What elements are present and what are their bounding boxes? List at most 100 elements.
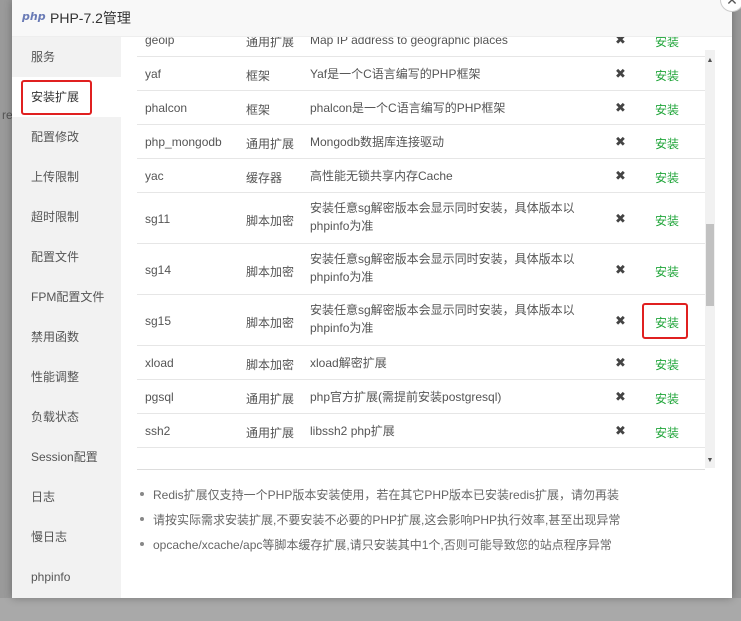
sidebar-item[interactable]: 性能调整 <box>12 357 121 397</box>
extension-name: sg11 <box>145 211 171 226</box>
extension-name: xload <box>145 356 174 370</box>
extension-description: Mongodb数据库连接驱动 <box>310 135 445 149</box>
table-row: yac 缓存器 高性能无锁共享内存Cache ✖ 安装 <box>137 159 705 193</box>
table-row: yaf 框架 Yaf是一个C语言编写的PHP框架 ✖ 安装 <box>137 57 705 91</box>
status-x-icon: ✖ <box>615 210 626 226</box>
extension-description: Map IP address to geographic places <box>310 37 508 47</box>
extension-description: 高性能无锁共享内存Cache <box>310 169 453 183</box>
sidebar-item-label: 上传限制 <box>31 170 80 184</box>
php-manage-dialog: php PHP-7.2管理 ✕ 服务 安装扩展 配置修改 上传限制 超时限制 配置文件 FP… <box>12 0 741 598</box>
sidebar-item[interactable]: Session配置 <box>12 437 121 477</box>
status-x-icon: ✖ <box>615 37 626 47</box>
extension-name: ssh2 <box>145 424 171 438</box>
install-button[interactable]: 安装 <box>655 263 679 280</box>
scroll-up-arrow-icon[interactable]: ▲ <box>705 55 715 67</box>
install-button[interactable]: 安装 <box>655 212 679 229</box>
sidebar-item[interactable]: 配置文件 <box>12 237 121 277</box>
install-button[interactable]: 安装 <box>655 135 679 152</box>
extension-type: 通用扩展 <box>246 137 295 151</box>
note-item: 请按实际需求安装扩展,不要安装不必要的PHP扩展,这会影响PHP执行效率,甚至出… <box>137 511 717 536</box>
install-button[interactable]: 安装 <box>655 101 679 118</box>
extension-description: phalcon是一个C语言编写的PHP框架 <box>310 101 506 115</box>
background-page-right <box>732 0 741 621</box>
dialog-titlebar[interactable]: php PHP-7.2管理 <box>12 0 732 37</box>
status-x-icon: ✖ <box>615 312 626 328</box>
extension-name: yac <box>145 169 164 183</box>
extension-name: geoip <box>145 37 175 47</box>
sidebar-item[interactable]: 服务 <box>12 37 121 77</box>
install-button[interactable]: 安装 <box>655 390 679 407</box>
extension-name: pgsql <box>145 390 174 404</box>
status-x-icon: ✖ <box>615 100 626 115</box>
sidebar-item[interactable]: 禁用函数 <box>12 317 121 357</box>
install-button[interactable]: 安装 <box>655 356 679 373</box>
background-page-bottom <box>0 598 741 621</box>
sidebar-item-label: 日志 <box>31 490 56 504</box>
sidebar-item-label: Session配置 <box>31 450 98 464</box>
extension-type: 缓存器 <box>246 171 283 185</box>
sidebar-item[interactable]: 超时限制 <box>12 197 121 237</box>
table-row: ssh2 通用扩展 libssh2 php扩展 ✖ 安装 <box>137 414 705 448</box>
sidebar-item[interactable]: phpinfo <box>12 557 121 597</box>
background-page: re <box>0 0 13 621</box>
extension-type: 脚本加密 <box>246 213 295 228</box>
highlight-box <box>21 80 92 115</box>
table-row: phalcon 框架 phalcon是一个C语言编写的PHP框架 ✖ 安装 <box>137 91 705 125</box>
extension-type: 框架 <box>246 69 271 83</box>
sidebar-item[interactable]: 上传限制 <box>12 157 121 197</box>
extension-name: php_mongodb <box>145 135 222 149</box>
sidebar-item-label: phpinfo <box>31 570 71 584</box>
sidebar-item-label: 慢日志 <box>31 530 68 544</box>
extension-description: Yaf是一个C语言编写的PHP框架 <box>310 67 481 81</box>
highlight-box <box>642 302 688 339</box>
extension-type: 通用扩展 <box>246 392 295 406</box>
sidebar-item-label: 禁用函数 <box>31 330 80 344</box>
sidebar-item[interactable]: 日志 <box>12 477 121 517</box>
extension-description: 安装任意sg解密版本会显示同时安装，具体版本以phpinfo为准 <box>310 201 575 233</box>
table-row: pgsql 通用扩展 php官方扩展(需提前安装postgresql) ✖ 安装 <box>137 380 705 414</box>
status-x-icon: ✖ <box>615 389 626 404</box>
note-item: Redis扩展仅支持一个PHP版本安装使用，若在其它PHP版本已安装redis扩… <box>137 486 717 511</box>
status-x-icon: ✖ <box>615 423 626 438</box>
note-item: opcache/xcache/apc等脚本缓存扩展,请只安装其中1个,否则可能导… <box>137 536 717 561</box>
sidebar-item-label: 配置修改 <box>31 130 80 144</box>
scroll-down-arrow-icon[interactable]: ▼ <box>705 455 715 467</box>
extension-description: 安装任意sg解密版本会显示同时安装，具体版本以phpinfo为准 <box>310 252 575 284</box>
extension-type: 框架 <box>246 103 271 117</box>
install-button[interactable]: 安装 <box>655 67 679 84</box>
table-scrollbar[interactable]: ▲ ▼ <box>705 50 715 468</box>
extension-type: 通用扩展 <box>246 37 295 49</box>
sidebar-item[interactable]: 负载状态 <box>12 397 121 437</box>
status-x-icon: ✖ <box>615 168 626 183</box>
sidebar-item[interactable]: 配置修改 <box>12 117 121 157</box>
status-x-icon: ✖ <box>615 134 626 149</box>
extension-name: yaf <box>145 67 162 81</box>
sidebar-item-label: 负载状态 <box>31 410 80 424</box>
extension-description: 安装任意sg解密版本会显示同时安装，具体版本以phpinfo为准 <box>310 303 575 335</box>
sidebar-item-label: FPM配置文件 <box>31 290 105 304</box>
install-button[interactable]: 安装 <box>655 37 679 50</box>
status-x-icon: ✖ <box>615 66 626 81</box>
sidebar-item-label: 服务 <box>31 50 56 64</box>
extension-description: php官方扩展(需提前安装postgresql) <box>310 390 502 404</box>
install-button[interactable]: 安装 <box>655 169 679 186</box>
sidebar-item[interactable]: 慢日志 <box>12 517 121 557</box>
table-row: geoip 通用扩展 Map IP address to geographic pl… <box>137 37 705 57</box>
notes-list: Redis扩展仅支持一个PHP版本安装使用，若在其它PHP版本已安装redis扩… <box>137 486 717 561</box>
dialog-title: PHP-7.2管理 <box>50 10 131 26</box>
extension-type: 脚本加密 <box>246 358 295 372</box>
install-button[interactable]: 安装 <box>655 424 679 441</box>
table-row: sg14 脚本加密 安装任意sg解密版本会显示同时安装，具体版本以phpinfo为准… <box>137 244 705 295</box>
sidebar-item[interactable]: FPM配置文件 <box>12 277 121 317</box>
table-row: php_mongodb 通用扩展 Mongodb数据库连接驱动 ✖ 安装 <box>137 125 705 159</box>
extension-name: sg14 <box>145 262 172 277</box>
extension-type: 通用扩展 <box>246 426 295 440</box>
sidebar-item-label: 超时限制 <box>31 210 80 224</box>
status-x-icon: ✖ <box>615 261 626 277</box>
sidebar: 服务 安装扩展 配置修改 上传限制 超时限制 配置文件 FPM配置文件 禁用函数 性能调整 负载状… <box>12 37 121 598</box>
table-row: xload 脚本加密 xload解密扩展 ✖ 安装 <box>137 346 705 380</box>
scroll-thumb[interactable] <box>706 224 714 306</box>
extension-type: 脚本加密 <box>246 315 295 330</box>
sidebar-item-label: 配置文件 <box>31 250 80 264</box>
extension-name: sg15 <box>145 313 172 328</box>
